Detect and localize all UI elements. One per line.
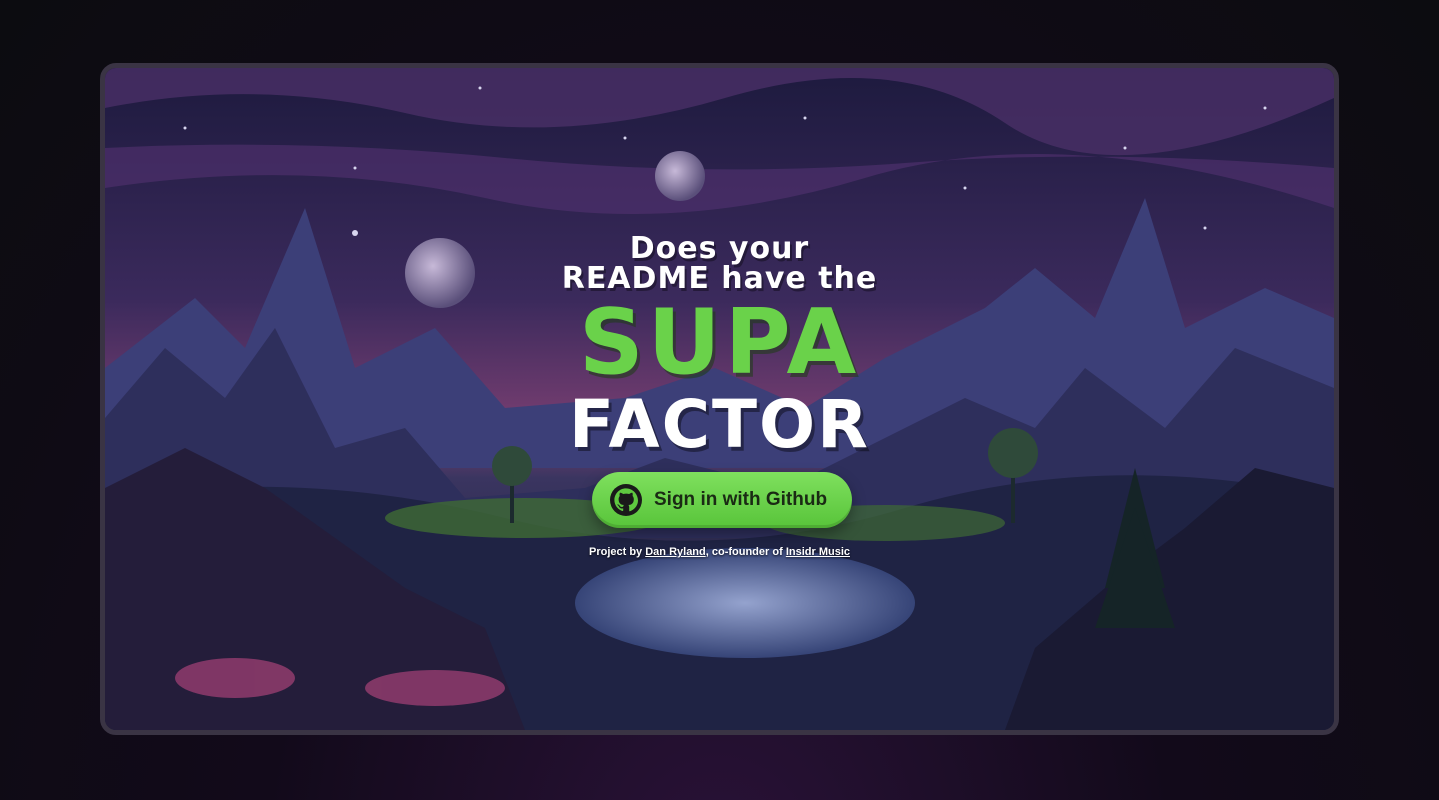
headline-highlight: SUPA <box>578 290 861 395</box>
headline-end: FACTOR <box>569 386 870 463</box>
sign-in-github-button[interactable]: Sign in with Github <box>592 472 852 528</box>
credit-middle: , co-founder of <box>705 546 783 558</box>
github-icon <box>610 484 642 516</box>
author-link[interactable]: Dan Ryland <box>645 546 706 558</box>
company-link[interactable]: Insidr Music <box>786 546 850 558</box>
credit-prefix: Project by <box>588 546 643 558</box>
hero-content: Does your README have the SUPA FACTOR Si… <box>105 68 1334 730</box>
hero-frame: Does your README have the SUPA FACTOR Si… <box>100 63 1339 735</box>
sign-in-github-label: Sign in with Github <box>654 489 828 510</box>
project-credit: Project by Dan Ryland, co-founder of Ins… <box>105 546 1334 558</box>
